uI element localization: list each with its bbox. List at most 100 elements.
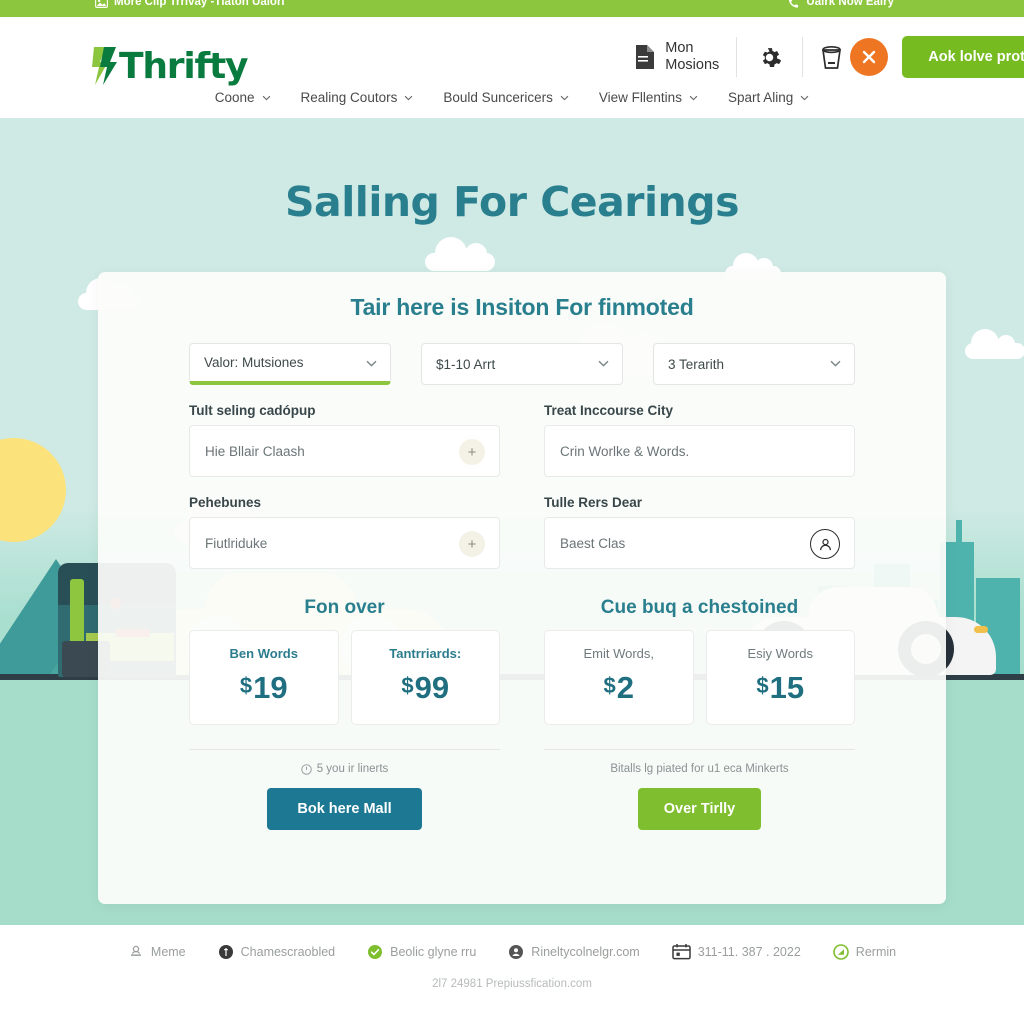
top-promo-left[interactable]: More Clip Trrivay -Tlaton Ualorl xyxy=(95,0,285,8)
field-group-2: Pehebunes Fiutlriduke + xyxy=(189,495,500,569)
my-motions-button[interactable]: Mon Mosions xyxy=(617,34,736,80)
chevron-down-icon xyxy=(800,95,809,100)
divider-row xyxy=(98,725,946,750)
my-motions-line1: Mon xyxy=(665,40,694,56)
top-promo-left-text: More Clip Trrivay -Tlaton Ualorl xyxy=(114,0,285,8)
field-2-input[interactable]: Fiutlriduke + xyxy=(189,517,500,569)
price-card-3-amount: 15 xyxy=(769,670,805,705)
field-3-label: Tulle Rers Dear xyxy=(544,495,643,510)
footer-item-3[interactable]: Rineltycolnelgr.com xyxy=(508,944,640,960)
white-car-headlight xyxy=(974,626,988,633)
footer-item-2-label: Beolic glyne rru xyxy=(390,944,477,959)
action-group-1: Bitalls lg piated for u1 eca Minkerts Ov… xyxy=(544,763,855,830)
refresh-circle-icon xyxy=(832,943,849,960)
footer-item-1-label: Chamescraobled xyxy=(240,944,336,959)
footer-links: Meme Chamescraobled Beolic glyne rru Rin… xyxy=(0,925,1024,960)
field-1-label: Treat Inccourse City xyxy=(544,403,674,418)
field-3-value: Baest Clas xyxy=(560,535,626,551)
divider-left xyxy=(189,749,500,750)
sun-graphic xyxy=(0,438,66,542)
field-group-0: Tult seling cadópup Hie Bllair Claash + xyxy=(189,403,500,477)
cup-button[interactable] xyxy=(803,34,852,80)
field-group-1: Treat Inccourse City Crin Worlke & Words… xyxy=(544,403,855,477)
select-2[interactable]: 3 Terarith xyxy=(653,343,855,385)
footer-item-0[interactable]: Meme xyxy=(128,944,186,960)
price-card-0-currency: $ xyxy=(239,673,253,698)
card-title: Tair here is Insiton For finmoted xyxy=(350,294,694,320)
select-0[interactable]: Valor: Mutsiones xyxy=(189,343,391,385)
action-1-note: Bitalls lg piated for u1 eca Minkerts xyxy=(610,763,789,775)
over-button[interactable]: Over Tirlly xyxy=(637,788,762,830)
footer-item-5[interactable]: Rermin xyxy=(832,943,897,960)
form-fields-row-1: Tult seling cadópup Hie Bllair Claash + … xyxy=(98,385,946,477)
logo-text: Thrifty xyxy=(119,45,248,87)
footer-item-5-label: Rermin xyxy=(855,944,897,959)
filter-selects: Valor: Mutsiones $1-10 Arrt 3 Terarith xyxy=(98,321,946,385)
action-0-note: 5 you ir linerts xyxy=(316,763,389,775)
footer-item-1[interactable]: Chamescraobled xyxy=(218,944,336,960)
my-motions-label: Mon Mosions xyxy=(665,40,719,74)
footer-item-2[interactable]: Beolic glyne rru xyxy=(367,944,476,960)
gear-icon xyxy=(763,47,782,67)
nav-item-3[interactable]: View Fllentins xyxy=(597,86,700,109)
nav-item-4-label: Spart Aling xyxy=(727,90,794,105)
document-icon xyxy=(636,45,655,69)
price-card-3[interactable]: Esiy Words $15 xyxy=(705,630,855,725)
select-2-value: 3 Terarith xyxy=(668,356,725,372)
price-card-3-currency: $ xyxy=(756,673,769,698)
form-fields-row-2: Pehebunes Fiutlriduke + Tulle Rers Dear … xyxy=(98,477,946,569)
footer-item-4[interactable]: 311-11. 387 . 2022 xyxy=(671,943,801,960)
nav-item-4[interactable]: Spart Aling xyxy=(726,86,811,109)
pricing-group-0: Fon over Ben Words $19 Tantrriards: $99 xyxy=(189,597,500,725)
footer-item-3-label: Rineltycolnelgr.com xyxy=(531,944,640,959)
logo[interactable]: Thrifty xyxy=(92,45,248,87)
user-icon[interactable] xyxy=(810,529,840,559)
price-card-1-amount: 99 xyxy=(414,670,450,705)
price-card-3-value: $15 xyxy=(713,670,849,706)
circle-dark-icon xyxy=(218,944,233,959)
skyline-spire xyxy=(956,520,962,542)
close-button[interactable] xyxy=(850,38,889,76)
nav-item-0[interactable]: Coone xyxy=(213,86,273,109)
info-icon xyxy=(300,763,312,775)
cup-icon xyxy=(822,45,842,69)
price-card-1[interactable]: Tantrriards: $99 xyxy=(350,630,500,725)
chevron-down-icon xyxy=(830,360,841,367)
price-card-1-value: $99 xyxy=(358,670,494,706)
footer-item-0-label: Meme xyxy=(150,944,186,959)
nav-item-1[interactable]: Realing Coutors xyxy=(299,86,416,109)
field-2-value: Fiutlriduke xyxy=(205,535,268,551)
chevron-down-icon xyxy=(598,360,609,367)
price-card-2-value: $2 xyxy=(551,670,687,706)
image-icon xyxy=(95,0,108,8)
select-1[interactable]: $1-10 Arrt xyxy=(421,343,623,385)
cta-button[interactable]: Aok lolve protrolor xyxy=(902,36,1024,78)
nav-item-2-label: Bould Suncericers xyxy=(443,90,553,105)
price-card-2[interactable]: Emit Words, $2 xyxy=(544,630,694,725)
person-icon xyxy=(130,945,141,956)
book-button[interactable]: Bok here Mall xyxy=(267,788,422,830)
settings-button[interactable] xyxy=(737,34,802,80)
field-0-label: Tult seling cadópup xyxy=(189,403,316,418)
main-nav: Coone Realing Coutors Bould Suncericers … xyxy=(0,86,1024,109)
field-group-3: Tulle Rers Dear Baest Clas xyxy=(544,495,855,569)
user-circle-icon xyxy=(509,944,524,959)
field-0-input[interactable]: Hie Bllair Claash + xyxy=(189,425,500,477)
pricing-group-1-title: Cue buq a chestoined xyxy=(600,597,799,618)
field-1-input[interactable]: Crin Worlke & Words. xyxy=(544,425,855,477)
phone-icon xyxy=(789,0,799,8)
top-promo-right[interactable]: Ualrk Now Ealry xyxy=(787,0,894,8)
price-card-0[interactable]: Ben Words $19 xyxy=(189,630,339,725)
nav-item-2[interactable]: Bould Suncericers xyxy=(441,86,571,109)
booking-card: Tair here is Insiton For finmoted Valor:… xyxy=(98,272,946,904)
my-motions-line2: Mosions xyxy=(665,57,720,73)
field-3-input[interactable]: Baest Clas xyxy=(544,517,855,569)
action-0-note-wrap: 5 you ir linerts xyxy=(189,763,500,775)
plus-icon[interactable]: + xyxy=(459,439,485,465)
plus-icon[interactable]: + xyxy=(459,531,485,557)
price-card-1-label: Tantrriards: xyxy=(389,646,462,661)
price-card-0-label: Ben Words xyxy=(229,646,298,661)
select-1-value: $1-10 Arrt xyxy=(436,356,496,372)
field-1-value: Crin Worlke & Words. xyxy=(560,443,690,459)
page-title: Salling For Cearings xyxy=(285,178,739,226)
